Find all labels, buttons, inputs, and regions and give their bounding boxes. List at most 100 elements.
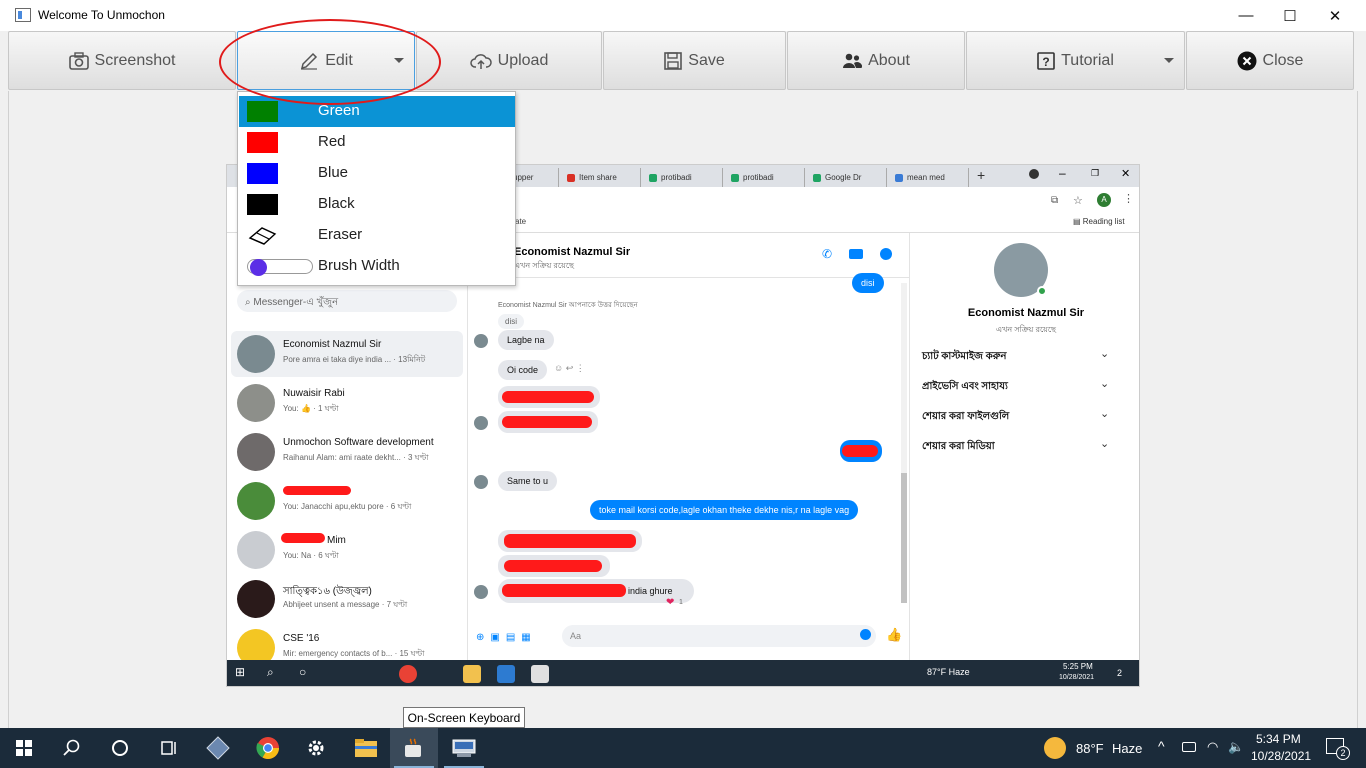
settings-gear-icon[interactable] <box>292 728 340 768</box>
window-title: Welcome To Unmochon <box>38 8 165 22</box>
browser-tab: protibadi <box>725 168 805 187</box>
brush-width-slider[interactable] <box>247 259 313 276</box>
weather-temp[interactable]: 88°F <box>1076 741 1104 756</box>
redaction-mark <box>504 560 602 572</box>
inner-time: 5:25 PM <box>1063 662 1093 671</box>
windows-taskbar: 88°F Haze ^ ◠ 🔈 5:34 PM 10/28/2021 2 <box>0 728 1366 768</box>
chevron-down-icon[interactable]: ⌄ <box>1100 437 1109 450</box>
quoted-message: disi <box>498 314 525 329</box>
message-bubble: Oi code <box>498 360 548 380</box>
browser-tab: Google Dr <box>807 168 887 187</box>
panel-section[interactable]: শেয়ার করা ফাইলগুলি <box>922 409 1009 426</box>
new-tab-icon: + <box>977 167 986 183</box>
message-input[interactable]: Aa <box>562 625 876 647</box>
site-icon <box>895 173 903 182</box>
menu-item-blue[interactable]: Blue <box>239 158 515 189</box>
chevron-down-icon <box>1164 58 1174 63</box>
inner-weather: 87°F Haze <box>927 667 970 677</box>
panel-section[interactable]: শেয়ার করা মিডিয়া <box>922 439 995 456</box>
messenger-chat: Economist Nazmul Sir এখন সক্রিয় রয়েছে … <box>468 233 1134 672</box>
java-icon <box>531 665 549 683</box>
wifi-icon[interactable]: ◠ <box>1207 739 1218 755</box>
video-icon[interactable] <box>849 249 863 259</box>
search-button[interactable] <box>48 728 96 768</box>
chrome-icon[interactable] <box>244 728 292 768</box>
cortana-button[interactable] <box>96 728 144 768</box>
title-bar: Welcome To Unmochon — ☐ ✕ <box>0 0 1366 31</box>
start-button[interactable] <box>0 728 48 768</box>
menu-item-black[interactable]: Black <box>239 189 515 220</box>
menu-item-eraser[interactable]: Eraser <box>239 220 515 251</box>
close-label: Close <box>1262 51 1304 69</box>
close-window-button[interactable]: ✕ <box>1312 0 1358 31</box>
panel-section[interactable]: চ্যাট কাস্টমাইজ করুন <box>922 349 1006 366</box>
reaction-count: 1 <box>679 599 683 606</box>
more-icon[interactable] <box>880 248 892 260</box>
windows-icon: ⊞ <box>235 665 246 679</box>
reading-list: ▤ Reading list <box>1073 217 1125 226</box>
chevron-up-icon[interactable]: ^ <box>1158 738 1165 754</box>
emoji-icon[interactable] <box>860 629 871 640</box>
battery-icon[interactable] <box>1182 742 1196 752</box>
photos-icon <box>497 665 515 683</box>
chevron-down-icon[interactable]: ⌄ <box>1100 347 1109 360</box>
thumbs-up-icon[interactable]: 👍 <box>886 627 902 643</box>
about-button[interactable]: About <box>787 31 965 90</box>
cloud-upload-icon <box>469 52 492 70</box>
composer-action-icons[interactable]: ⊕▣▤▦ <box>476 632 537 643</box>
avatar <box>474 334 488 348</box>
tooltip: On-Screen Keyboard <box>403 707 525 728</box>
upload-label: Upload <box>497 51 549 69</box>
avatar <box>474 585 488 599</box>
phone-icon[interactable]: ✆ <box>822 247 832 261</box>
contact-status: এখন সক্রিয় রয়েছে <box>996 325 1056 334</box>
task-view-button[interactable] <box>144 728 192 768</box>
volume-icon[interactable]: 🔈 <box>1228 739 1244 755</box>
menu-item-brush-width[interactable]: Brush Width <box>239 251 515 282</box>
about-label: About <box>868 51 910 69</box>
java-app-icon[interactable] <box>390 728 438 768</box>
message-text: india ghure <box>628 586 673 596</box>
drive-icon <box>731 173 739 182</box>
screenshot-button[interactable]: Screenshot <box>8 31 236 90</box>
react-reply-icons: ☺ ↩ ⋮ <box>554 363 585 373</box>
conversation-item[interactable]: Economist Nazmul Sir Pore amra ei taka di… <box>231 331 463 377</box>
minimize-button[interactable]: — <box>1223 0 1269 31</box>
conversation-item[interactable]: সাত্ত্বিক১৬ (উজ্জ্বল) Abhijeet unsent a m… <box>231 576 463 622</box>
upload-button[interactable]: Upload <box>416 31 602 90</box>
panel-section[interactable]: প্রাইভেসি এবং সাহায্য <box>922 379 1008 396</box>
scrollbar[interactable] <box>901 283 907 603</box>
conversation-item[interactable]: Nuwaisir Rabi You: 👍 · 1 ঘণ্টা <box>231 380 463 426</box>
messenger-search[interactable]: ⌕ Messenger-এ খুঁজুন <box>237 290 457 312</box>
divider <box>468 277 909 278</box>
close-button[interactable]: Close <box>1186 31 1354 90</box>
redaction-mark <box>502 584 626 597</box>
chevron-down-icon[interactable]: ⌄ <box>1100 407 1109 420</box>
avatar <box>474 475 488 489</box>
tutorial-button[interactable]: ? Tutorial <box>966 31 1185 90</box>
profile-avatar: A <box>1097 193 1111 207</box>
on-screen-keyboard-icon[interactable] <box>440 728 488 768</box>
chevron-down-icon[interactable]: ⌄ <box>1100 377 1109 390</box>
maximize-button[interactable]: ☐ <box>1267 0 1313 31</box>
toolbar: Screenshot Edit Upload Save About ? Tuto… <box>0 31 1366 91</box>
save-label: Save <box>688 51 725 69</box>
save-button[interactable]: Save <box>603 31 786 90</box>
conversation-item[interactable]: You: Janacchi apu,ektu pore · 6 ঘণ্টা <box>231 478 463 524</box>
weather-icon[interactable] <box>1044 737 1066 759</box>
clock-date[interactable]: 10/28/2021 <box>1251 749 1311 763</box>
redaction-mark <box>842 445 878 457</box>
menu-item-red[interactable]: Red <box>239 127 515 158</box>
message-bubble: Same to u <box>498 471 558 491</box>
slider-thumb[interactable] <box>250 259 267 276</box>
weather-desc[interactable]: Haze <box>1112 741 1142 756</box>
conversation-item[interactable]: Mim You: Na · 6 ঘণ্টা <box>231 527 463 573</box>
annotation-ellipse <box>219 19 441 105</box>
app-diamond-icon[interactable] <box>194 728 242 768</box>
conversation-item[interactable]: Unmochon Software development Raihanul Al… <box>231 429 463 475</box>
chat-contact-status: এখন সক্রিয় রয়েছে <box>514 261 574 270</box>
clock-time[interactable]: 5:34 PM <box>1256 732 1301 746</box>
edit-dropdown-menu: Green Red Blue Black Eraser Brush Width <box>237 91 516 286</box>
redaction-mark <box>281 533 325 543</box>
file-explorer-icon[interactable] <box>342 728 390 768</box>
